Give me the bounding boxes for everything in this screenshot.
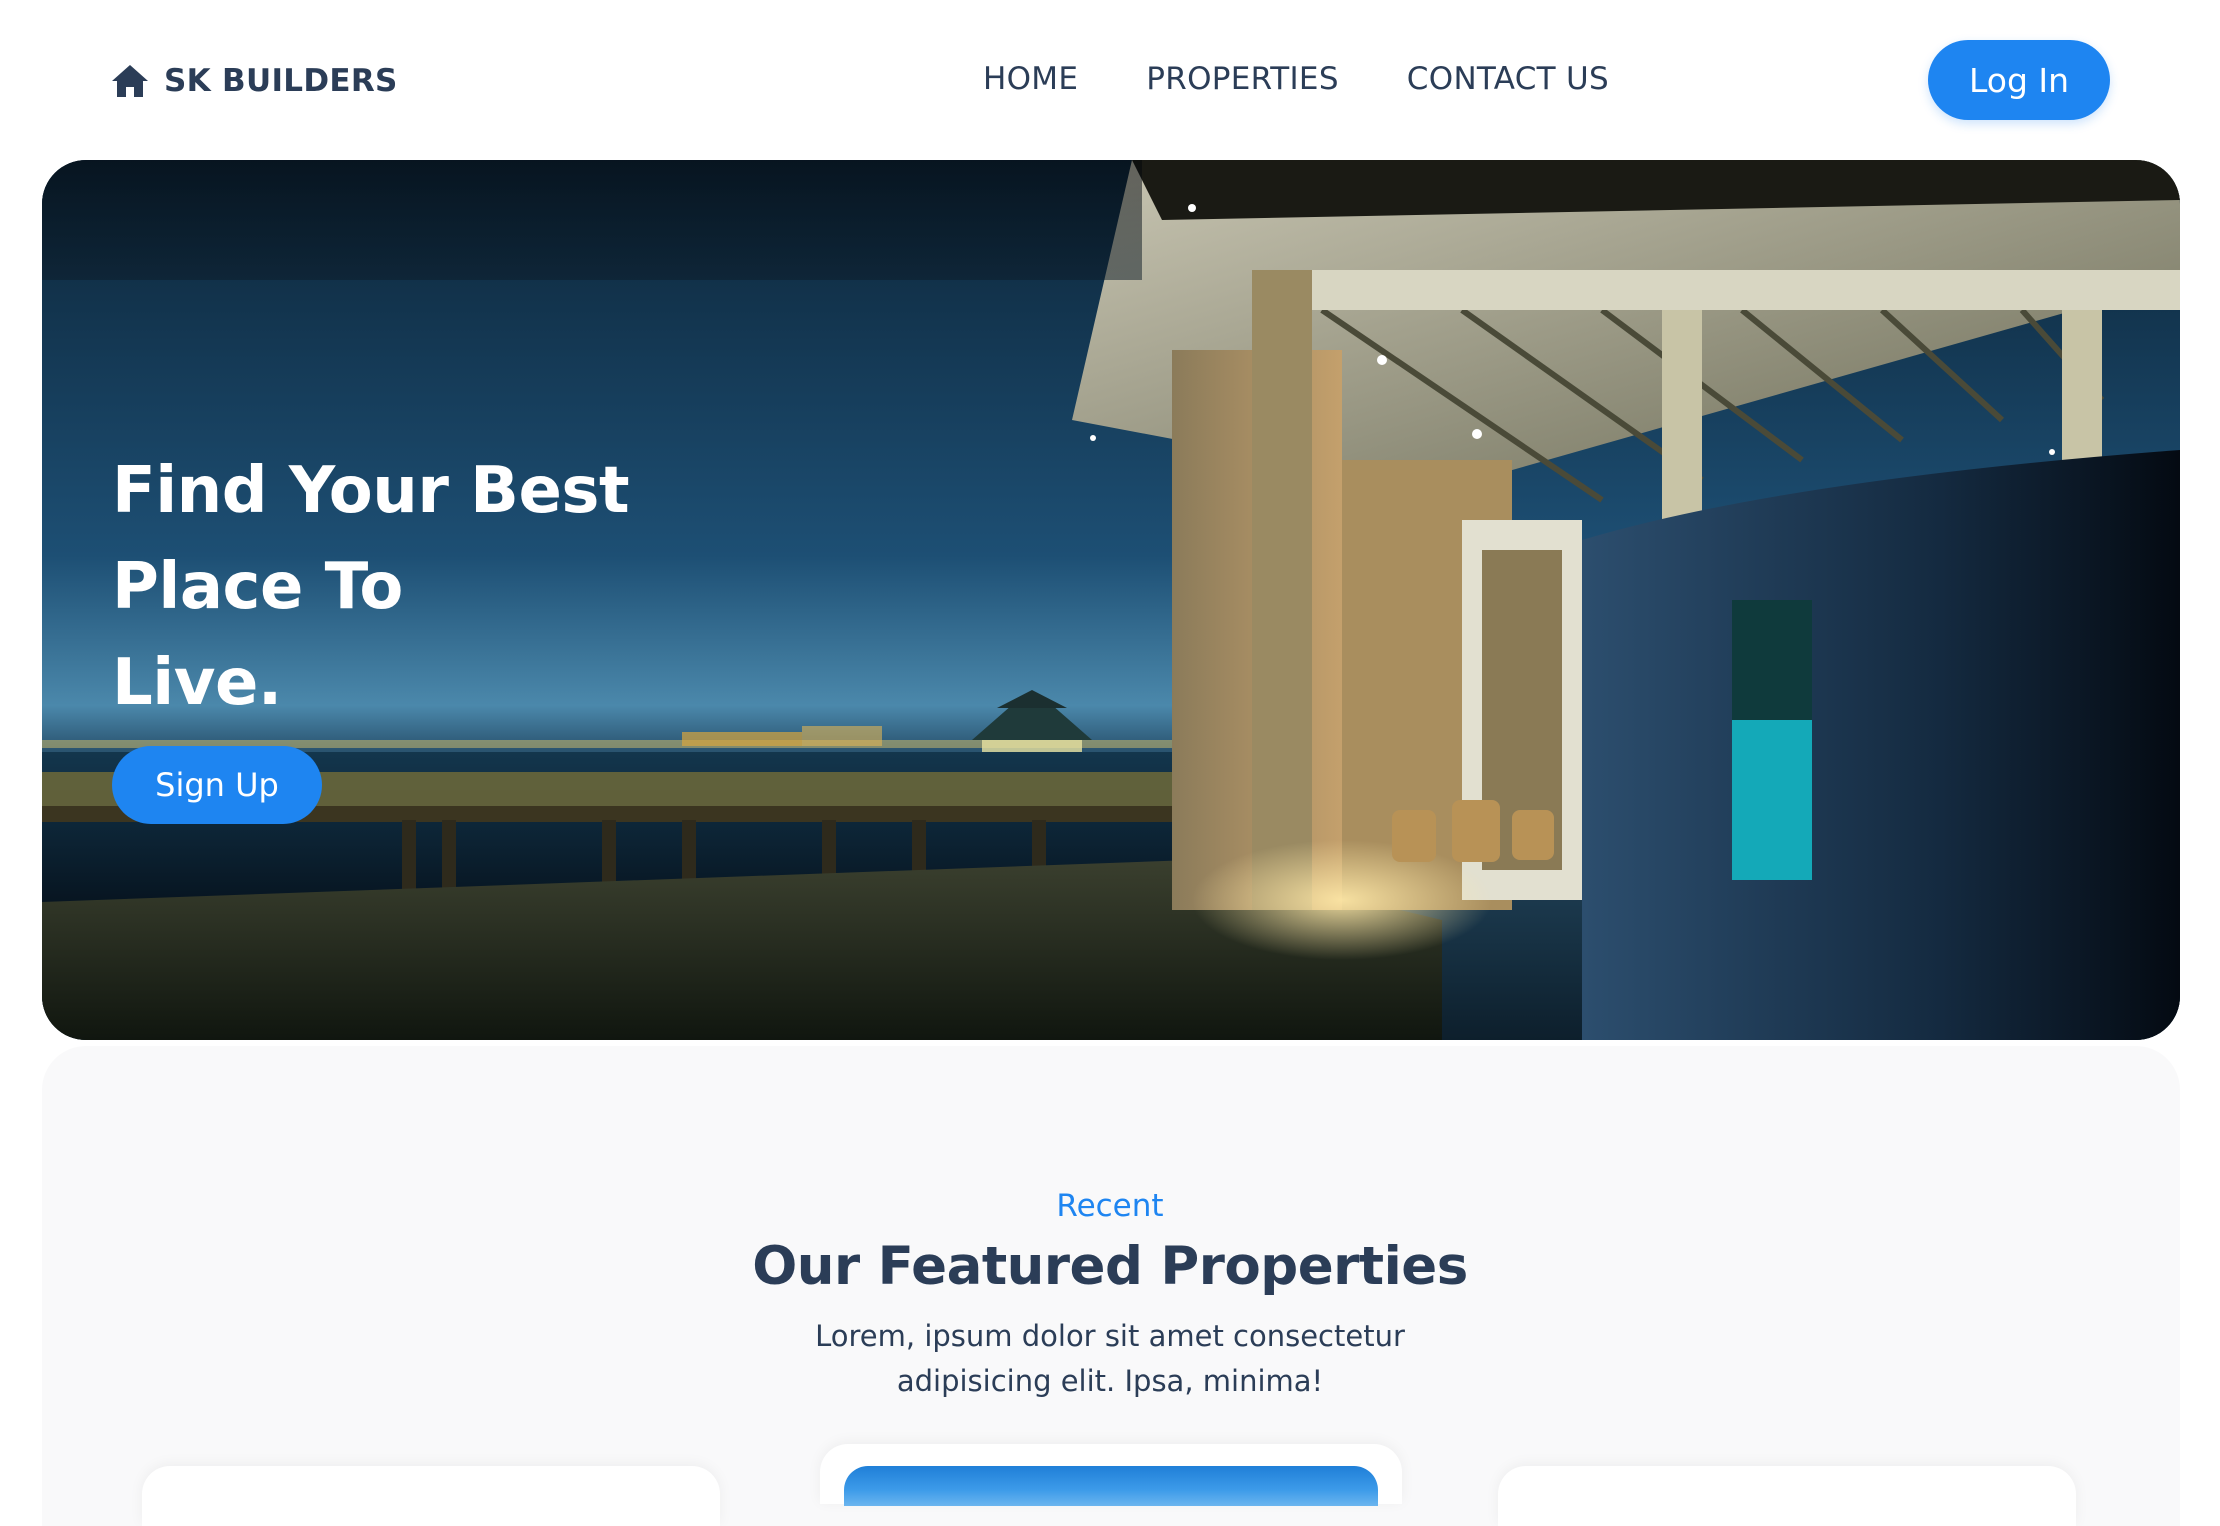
nav-home[interactable]: HOME [983, 61, 1078, 97]
login-button[interactable]: Log In [1928, 40, 2110, 120]
nav-properties[interactable]: PROPERTIES [1146, 61, 1339, 97]
navbar: SK BUILDERS HOME PROPERTIES CONTACT US L… [0, 0, 2220, 160]
signup-button[interactable]: Sign Up [112, 746, 322, 824]
hero-banner: Find Your Best Place To Live. Sign Up [42, 160, 2180, 1040]
hero-title-line-3: Live. [112, 646, 282, 720]
home-icon [110, 63, 150, 99]
property-card[interactable] [820, 1444, 1402, 1506]
section-description: Lorem, ipsum dolor sit amet consectetur … [815, 1319, 1405, 1398]
hero-heading: Find Your Best Place To Live. [112, 443, 732, 731]
main-nav: HOME PROPERTIES CONTACT US [983, 56, 1609, 102]
hero-title-line-2: Place To [112, 550, 403, 624]
brand-logo[interactable]: SK BUILDERS [110, 58, 398, 104]
brand-name: SK BUILDERS [164, 63, 398, 99]
nav-contact-us[interactable]: CONTACT US [1407, 61, 1609, 97]
section-title: Our Featured Properties [752, 1236, 1468, 1297]
property-card[interactable] [1498, 1466, 2076, 1526]
section-kicker: Recent [1056, 1188, 1164, 1224]
hero-title-line-1: Find Your Best [112, 454, 630, 528]
property-card[interactable] [142, 1466, 720, 1526]
property-image [844, 1466, 1378, 1506]
